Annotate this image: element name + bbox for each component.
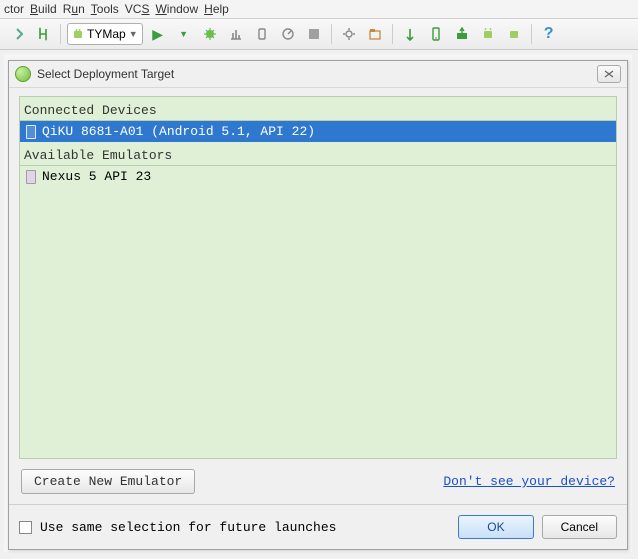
run-button[interactable]: ▶ — [147, 23, 169, 45]
coverage-icon[interactable] — [277, 23, 299, 45]
connected-devices-header: Connected Devices — [20, 97, 616, 120]
run-config-combo[interactable]: TYMap ▼ — [67, 23, 143, 45]
dialog-title: Select Deployment Target — [37, 67, 591, 81]
sdk-manager-icon[interactable] — [451, 23, 473, 45]
menu-item-build[interactable]: Build — [30, 2, 57, 16]
settings-icon[interactable] — [338, 23, 360, 45]
create-new-emulator-button[interactable]: Create New Emulator — [21, 469, 195, 494]
android-icon — [72, 28, 84, 40]
project-structure-icon[interactable] — [364, 23, 386, 45]
attach-debugger-icon[interactable] — [251, 23, 273, 45]
chevron-down-icon: ▼ — [129, 29, 138, 39]
device-label: QiKU 8681-A01 (Android 5.1, API 22) — [42, 124, 315, 139]
cancel-button[interactable]: Cancel — [542, 515, 617, 539]
toolbar-separator — [331, 24, 332, 44]
help-icon[interactable]: ? — [538, 23, 560, 45]
close-button[interactable] — [597, 65, 621, 83]
profile-button[interactable] — [225, 23, 247, 45]
avd-manager-icon[interactable] — [425, 23, 447, 45]
dialog-footer: Use same selection for future launches O… — [9, 504, 627, 549]
deployment-target-dialog: Select Deployment Target Connected Devic… — [8, 60, 628, 550]
device-row-emulator[interactable]: Nexus 5 API 23 — [20, 166, 616, 187]
phone-icon — [26, 170, 36, 184]
remember-selection-label: Use same selection for future launches — [40, 520, 336, 535]
device-list-pane: Connected Devices QiKU 8681-A01 (Android… — [19, 96, 617, 459]
run-config-label: TYMap — [87, 27, 126, 41]
remember-selection-checkbox[interactable] — [19, 521, 32, 534]
device-row-connected[interactable]: QiKU 8681-A01 (Android 5.1, API 22) — [20, 121, 616, 142]
menu-item-refactor[interactable]: ctor — [4, 2, 24, 16]
dialog-titlebar: Select Deployment Target — [9, 61, 627, 88]
sync-gradle-icon[interactable] — [399, 23, 421, 45]
dont-see-device-link[interactable]: Don't see your device? — [443, 474, 615, 489]
android-studio-icon — [15, 66, 31, 82]
android-monitor-icon[interactable] — [503, 23, 525, 45]
android-icon[interactable] — [477, 23, 499, 45]
menu-item-help[interactable]: Help — [204, 2, 229, 16]
dialog-content: Connected Devices QiKU 8681-A01 (Android… — [9, 88, 627, 504]
run-menu-button[interactable]: ▼ — [173, 23, 195, 45]
debug-button[interactable] — [199, 23, 221, 45]
menu-item-window[interactable]: Window — [155, 2, 198, 16]
toolbar-separator — [392, 24, 393, 44]
stop-button[interactable] — [303, 23, 325, 45]
menu-item-tools[interactable]: Tools — [91, 2, 119, 16]
close-icon — [604, 70, 614, 78]
toolbar: TYMap ▼ ▶ ▼ ? — [0, 19, 638, 50]
device-pane-footer: Create New Emulator Don't see your devic… — [19, 459, 617, 498]
sync-icon[interactable] — [32, 23, 54, 45]
menu-bar: ctor Build Run Tools VCS Window Help — [0, 0, 638, 19]
ok-button[interactable]: OK — [458, 515, 533, 539]
device-list-empty-area[interactable] — [20, 187, 616, 458]
menu-item-run[interactable]: Run — [63, 2, 85, 16]
save-all-icon[interactable] — [6, 23, 28, 45]
phone-icon — [26, 125, 36, 139]
menu-item-vcs[interactable]: VCS — [125, 2, 150, 16]
device-label: Nexus 5 API 23 — [42, 169, 151, 184]
available-emulators-header: Available Emulators — [20, 142, 616, 165]
toolbar-separator — [60, 24, 61, 44]
toolbar-separator — [531, 24, 532, 44]
